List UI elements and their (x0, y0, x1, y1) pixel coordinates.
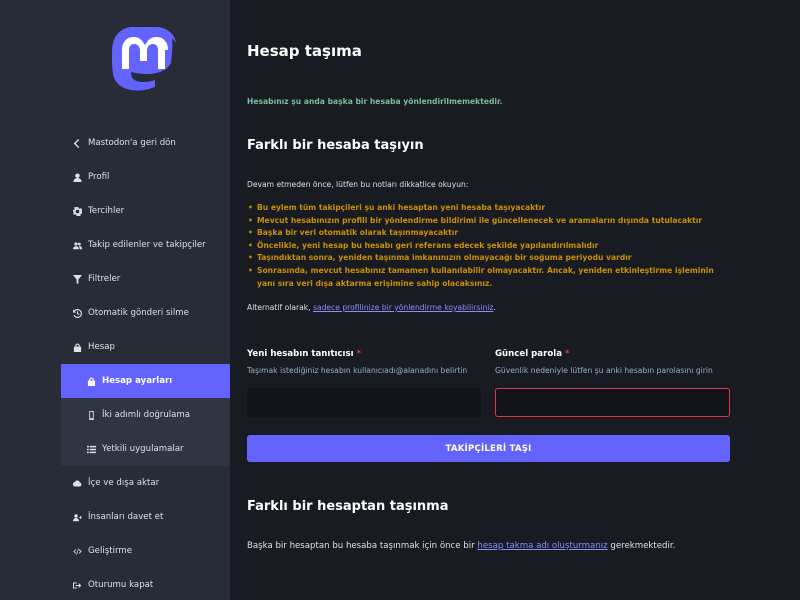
sidebar-item-label: Filtreler (88, 274, 121, 284)
mastodon-logo-icon[interactable] (111, 27, 179, 99)
sidebar-item-label: İçe ve dışa aktar (88, 478, 160, 488)
lock-icon (72, 342, 82, 352)
user-icon (72, 172, 82, 182)
sidebar-item-follows[interactable]: Takip edilenler ve takipçiler (61, 228, 230, 262)
move-from-suffix: gerekmektedir. (607, 541, 676, 551)
sidebar-item-preferences[interactable]: Tercihler (61, 194, 230, 228)
sidebar-item-import-export[interactable]: İçe ve dışa aktar (61, 466, 230, 500)
new-account-label: Yeni hesabın tanıtıcısı * (247, 349, 361, 359)
move-followers-button[interactable]: TAKİPÇİLERİ TAŞI (247, 435, 730, 462)
history-icon (72, 308, 82, 318)
required-mark: * (356, 349, 362, 359)
move-from-prefix: Başka bir hesaptan bu hesaba taşınmak iç… (247, 541, 478, 551)
sidebar-item-two-factor[interactable]: İki adımlı doğrulama (61, 398, 230, 432)
current-password-input[interactable] (495, 388, 730, 417)
warning-item: Mevcut hesabınızın profili bir yönlendir… (247, 215, 727, 228)
warning-item: Başka bir veri otomatik olarak taşınmaya… (247, 227, 727, 240)
sidebar-item-filters[interactable]: Filtreler (61, 262, 230, 296)
new-account-hint: Taşımak istediğiniz hesabın kullanıcıadı… (247, 366, 468, 375)
required-mark: * (565, 349, 570, 359)
sidebar-item-label: Hesap ayarları (102, 376, 173, 386)
sidebar-item-label: Oturumu kapat (88, 580, 154, 590)
password-hint: Güvenlik nedeniyle lütfen şu anki hesabı… (495, 366, 713, 375)
sidebar-item-logout[interactable]: Oturumu kapat (61, 568, 230, 600)
mobile-icon (86, 410, 96, 420)
sidebar-item-profile[interactable]: Profil (61, 160, 230, 194)
move-from-heading: Farklı bir hesaptan taşınma (247, 499, 449, 514)
alternative-suffix: . (493, 303, 496, 312)
move-from-text: Başka bir hesaptan bu hesaba taşınmak iç… (247, 541, 675, 551)
warning-item: Sonrasında, mevcut hesabınız tamamen kul… (247, 265, 727, 290)
alternative-prefix: Alternatif olarak, (247, 303, 313, 312)
code-icon (72, 546, 82, 556)
list-icon (86, 444, 96, 454)
sidebar-item-label: Geliştirme (88, 546, 132, 556)
sidebar-item-label: Tercihler (88, 206, 125, 216)
sidebar-item-back[interactable]: Mastodon'a geri dön (61, 126, 230, 160)
create-alias-link[interactable]: hesap takma adı oluşturmanız (477, 541, 607, 551)
cloud-icon (72, 478, 82, 488)
password-label: Güncel parola * (495, 349, 570, 359)
sidebar-item-label: İki adımlı doğrulama (102, 410, 191, 420)
alternative-text: Alternatif olarak, sadece profilinize bi… (247, 303, 496, 312)
sidebar-item-development[interactable]: Geliştirme (61, 534, 230, 568)
left-gutter (0, 0, 61, 600)
filter-icon (72, 274, 82, 284)
sidebar-item-authorized-apps[interactable]: Yetkili uygulamalar (61, 432, 230, 466)
lock-icon (86, 376, 96, 386)
warning-item: Taşındıktan sonra, yeniden taşınma imkan… (247, 252, 727, 265)
gear-icon (72, 206, 82, 216)
sidebar-item-auto-delete[interactable]: Otomatik gönderi silme (61, 296, 230, 330)
sidebar-item-label: Otomatik gönderi silme (88, 308, 189, 318)
redirect-profile-link[interactable]: sadece profilinize bir yönlendirme koyab… (313, 303, 493, 312)
sidebar-item-label: Takip edilenler ve takipçiler (88, 240, 206, 250)
sidebar-item-invites[interactable]: İnsanları davet et (61, 500, 230, 534)
sidebar: Mastodon'a geri dön Profil Tercihler Tak… (61, 0, 230, 600)
main-content: Hesap taşıma Hesabınız şu anda başka bir… (230, 0, 800, 600)
user-plus-icon (72, 512, 82, 522)
new-account-label-text: Yeni hesabın tanıtıcısı (247, 349, 354, 359)
page-title: Hesap taşıma (247, 42, 362, 60)
warning-item: Öncelikle, yeni hesap bu hesabı geri ref… (247, 240, 727, 253)
sidebar-item-label: İnsanları davet et (88, 512, 164, 522)
new-account-handle-input[interactable] (247, 388, 481, 417)
sign-out-icon (72, 580, 82, 590)
sidebar-item-account[interactable]: Hesap (61, 330, 230, 364)
users-icon (72, 240, 82, 250)
redirect-status-notice: Hesabınız şu anda başka bir hesaba yönle… (247, 97, 503, 106)
sidebar-item-label: Profil (88, 172, 110, 182)
move-to-intro: Devam etmeden önce, lütfen bu notları di… (247, 180, 469, 189)
sidebar-item-label: Yetkili uygulamalar (102, 444, 184, 454)
sidebar-item-label: Hesap (88, 342, 115, 352)
password-label-text: Güncel parola (495, 349, 562, 359)
move-to-heading: Farklı bir hesaba taşıyın (247, 138, 424, 153)
chevron-left-icon (72, 138, 82, 148)
sidebar-item-label: Mastodon'a geri dön (88, 138, 176, 148)
sidebar-item-account-settings[interactable]: Hesap ayarları (61, 364, 230, 398)
warning-item: Bu eylem tüm takipçileri şu anki hesapta… (247, 202, 727, 215)
warning-list: Bu eylem tüm takipçileri şu anki hesapta… (247, 202, 727, 290)
